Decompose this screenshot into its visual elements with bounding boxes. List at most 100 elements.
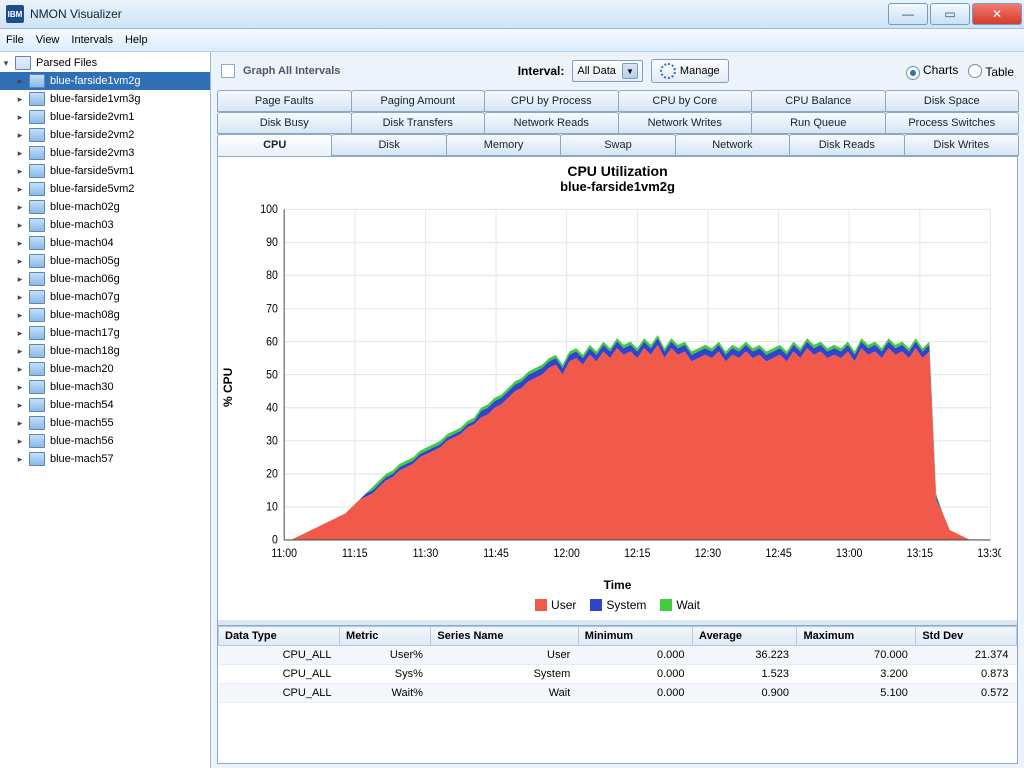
tree-item-label: blue-farside2vm2	[48, 129, 134, 141]
expand-toggle-icon[interactable]: ▸	[14, 256, 26, 267]
tree-item[interactable]: ▸blue-farside5vm1	[0, 162, 210, 180]
tab-run-queue[interactable]: Run Queue	[751, 112, 886, 134]
table-cell: 0.900	[693, 684, 797, 703]
table-cell: Wait%	[340, 684, 431, 703]
tree-item[interactable]: ▸blue-mach04	[0, 234, 210, 252]
tree-item[interactable]: ▸blue-farside1vm2g	[0, 72, 210, 90]
plot-area[interactable]: 010203040506070809010011:0011:1511:3011:…	[242, 202, 1001, 572]
table-header[interactable]: Data Type	[219, 627, 340, 646]
svg-text:13:15: 13:15	[907, 548, 933, 561]
expand-toggle-icon[interactable]: ▸	[14, 94, 26, 105]
table-radio[interactable]: Table	[968, 64, 1014, 79]
tab-process-switches[interactable]: Process Switches	[885, 112, 1020, 134]
tab-disk[interactable]: Disk	[331, 134, 446, 156]
table-row[interactable]: CPU_ALLSys%System0.0001.5233.2000.873	[219, 665, 1017, 684]
menu-help[interactable]: Help	[125, 34, 148, 46]
tree-item[interactable]: ▸blue-mach57	[0, 450, 210, 468]
charts-radio[interactable]: Charts	[906, 63, 958, 80]
close-button[interactable]: ✕	[972, 3, 1022, 25]
tab-disk-busy[interactable]: Disk Busy	[217, 112, 352, 134]
tree-item[interactable]: ▸blue-farside2vm1	[0, 108, 210, 126]
tree-item[interactable]: ▸blue-mach55	[0, 414, 210, 432]
tab-network-writes[interactable]: Network Writes	[618, 112, 753, 134]
expand-toggle-icon[interactable]: ▸	[14, 238, 26, 249]
expand-toggle-icon[interactable]: ▸	[14, 328, 26, 339]
tree-item[interactable]: ▸blue-mach17g	[0, 324, 210, 342]
expand-toggle-icon[interactable]: ▸	[14, 112, 26, 123]
tree-root-row[interactable]: ▾ Parsed Files	[0, 54, 210, 72]
tree-item[interactable]: ▸blue-mach20	[0, 360, 210, 378]
tab-cpu[interactable]: CPU	[217, 134, 332, 156]
chart-legend: UserSystemWait	[218, 598, 1017, 612]
expand-toggle-icon[interactable]: ▸	[14, 382, 26, 393]
expand-toggle-icon[interactable]: ▸	[14, 148, 26, 159]
tree-item[interactable]: ▸blue-farside5vm2	[0, 180, 210, 198]
expand-toggle-icon[interactable]: ▸	[14, 202, 26, 213]
expand-toggle-icon[interactable]: ▸	[14, 274, 26, 285]
table-header[interactable]: Maximum	[797, 627, 916, 646]
tab-disk-space[interactable]: Disk Space	[885, 90, 1020, 112]
tree-item[interactable]: ▸blue-mach30	[0, 378, 210, 396]
tree-item[interactable]: ▸blue-mach18g	[0, 342, 210, 360]
table-header[interactable]: Metric	[340, 627, 431, 646]
table-cell: CPU_ALL	[219, 665, 340, 684]
tab-cpu-by-core[interactable]: CPU by Core	[618, 90, 753, 112]
sidebar-tree[interactable]: ▾ Parsed Files ▸blue-farside1vm2g▸blue-f…	[0, 52, 211, 768]
table-header[interactable]: Series Name	[431, 627, 578, 646]
tree-item[interactable]: ▸blue-farside2vm3	[0, 144, 210, 162]
tab-swap[interactable]: Swap	[560, 134, 675, 156]
table-header[interactable]: Average	[693, 627, 797, 646]
tab-network[interactable]: Network	[675, 134, 790, 156]
tab-disk-writes[interactable]: Disk Writes	[904, 134, 1019, 156]
window-title: NMON Visualizer	[30, 7, 888, 21]
tree-item[interactable]: ▸blue-mach54	[0, 396, 210, 414]
tab-page-faults[interactable]: Page Faults	[217, 90, 352, 112]
expand-toggle-icon[interactable]: ▸	[14, 454, 26, 465]
tab-disk-transfers[interactable]: Disk Transfers	[351, 112, 486, 134]
minimize-button[interactable]: —	[888, 3, 928, 25]
table-header[interactable]: Std Dev	[916, 627, 1017, 646]
expand-toggle-icon[interactable]: ▸	[14, 130, 26, 141]
expand-toggle-icon[interactable]: ▸	[14, 166, 26, 177]
expand-toggle-icon[interactable]: ▸	[14, 184, 26, 195]
tree-item[interactable]: ▸blue-mach03	[0, 216, 210, 234]
tab-paging-amount[interactable]: Paging Amount	[351, 90, 486, 112]
expand-toggle-icon[interactable]: ▸	[14, 292, 26, 303]
expand-toggle-icon[interactable]: ▸	[14, 220, 26, 231]
gear-icon	[660, 63, 676, 79]
expand-toggle-icon[interactable]: ▸	[14, 346, 26, 357]
manage-button[interactable]: Manage	[651, 59, 729, 83]
graph-all-checkbox[interactable]	[221, 64, 235, 78]
expand-toggle-icon[interactable]: ▸	[14, 436, 26, 447]
tab-memory[interactable]: Memory	[446, 134, 561, 156]
table-row[interactable]: CPU_ALLUser%User0.00036.22370.00021.374	[219, 646, 1017, 665]
menu-intervals[interactable]: Intervals	[71, 34, 113, 46]
expand-toggle-icon[interactable]: ▾	[0, 58, 12, 69]
expand-toggle-icon[interactable]: ▸	[14, 400, 26, 411]
table-row[interactable]: CPU_ALLWait%Wait0.0000.9005.1000.572	[219, 684, 1017, 703]
expand-toggle-icon[interactable]: ▸	[14, 364, 26, 375]
maximize-button[interactable]: ▭	[930, 3, 970, 25]
tab-network-reads[interactable]: Network Reads	[484, 112, 619, 134]
table-header[interactable]: Minimum	[578, 627, 692, 646]
menu-view[interactable]: View	[36, 34, 60, 46]
tree-item[interactable]: ▸blue-mach08g	[0, 306, 210, 324]
expand-toggle-icon[interactable]: ▸	[14, 310, 26, 321]
tree-item[interactable]: ▸blue-mach02g	[0, 198, 210, 216]
expand-toggle-icon[interactable]: ▸	[14, 418, 26, 429]
tab-cpu-balance[interactable]: CPU Balance	[751, 90, 886, 112]
table-cell: 0.000	[578, 646, 692, 665]
tree-item[interactable]: ▸blue-mach07g	[0, 288, 210, 306]
expand-toggle-icon[interactable]: ▸	[14, 76, 26, 87]
host-icon	[29, 416, 45, 430]
tab-cpu-by-process[interactable]: CPU by Process	[484, 90, 619, 112]
tree-item[interactable]: ▸blue-farside1vm3g	[0, 90, 210, 108]
tree-item[interactable]: ▸blue-mach06g	[0, 270, 210, 288]
menu-file[interactable]: File	[6, 34, 24, 46]
tab-disk-reads[interactable]: Disk Reads	[789, 134, 904, 156]
tree-item[interactable]: ▸ blue-farside2vm2	[0, 126, 210, 144]
tree-item[interactable]: ▸blue-mach56	[0, 432, 210, 450]
table-cell: CPU_ALL	[219, 646, 340, 665]
tree-item[interactable]: ▸blue-mach05g	[0, 252, 210, 270]
interval-select[interactable]: All Data ▼	[572, 60, 643, 82]
